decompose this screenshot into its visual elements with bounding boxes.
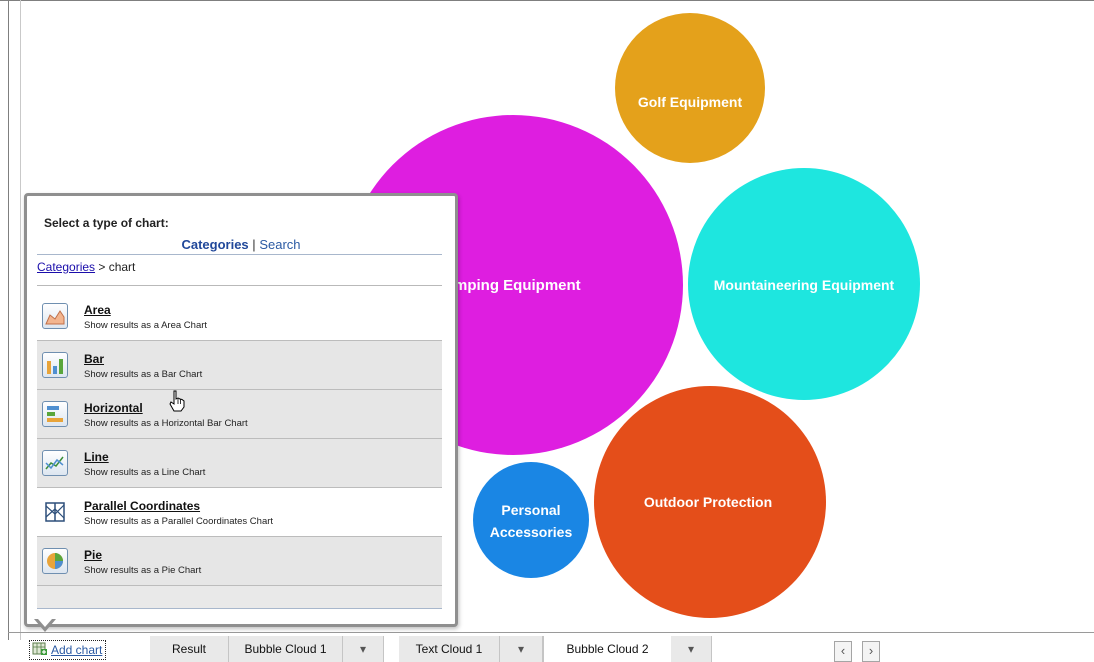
breadcrumb-categories-link[interactable]: Categories bbox=[37, 260, 95, 274]
nav-separator: | bbox=[252, 237, 256, 252]
add-chart-button[interactable]: Add chart bbox=[29, 640, 107, 660]
chart-type-name: Parallel Coordinates bbox=[84, 499, 201, 513]
bubble-label-camping: mping Equipment bbox=[454, 277, 581, 294]
popup-divider bbox=[37, 254, 442, 255]
pie-chart-icon bbox=[42, 548, 68, 574]
chart-type-desc: Show results as a Horizontal Bar Chart bbox=[84, 418, 248, 429]
bubble-label-outdoor: Outdoor Protection bbox=[644, 494, 772, 510]
bar-chart-icon bbox=[42, 352, 68, 378]
chart-type-desc: Show results as a Area Chart bbox=[84, 320, 208, 331]
chart-type-area[interactable]: Area Show results as a Area Chart bbox=[37, 292, 442, 341]
popup-pointer bbox=[34, 619, 56, 632]
tab-bubble-cloud-1-menu[interactable]: ▾ bbox=[343, 636, 384, 662]
chart-type-line[interactable]: Line Show results as a Line Chart bbox=[37, 439, 442, 488]
list-divider bbox=[37, 285, 442, 286]
chart-type-name: Line bbox=[84, 450, 109, 464]
chart-type-desc: Show results as a Pie Chart bbox=[84, 565, 202, 576]
chart-type-list: Area Show results as a Area Chart Bar Sh… bbox=[37, 292, 442, 608]
chart-type-bar[interactable]: Bar Show results as a Bar Chart bbox=[37, 341, 442, 390]
bubble-label-personal-1: Personal bbox=[501, 502, 560, 518]
nav-categories-link[interactable]: Categories bbox=[181, 237, 248, 252]
tab-text-cloud-1[interactable]: Text Cloud 1 bbox=[399, 636, 500, 662]
nav-search-link[interactable]: Search bbox=[259, 237, 300, 252]
breadcrumb: Categories > chart bbox=[37, 260, 135, 274]
tab-result[interactable]: Result bbox=[150, 636, 229, 662]
popup-bottom-divider bbox=[37, 608, 442, 609]
tab-bubble-cloud-1[interactable]: Bubble Cloud 1 bbox=[229, 636, 343, 662]
popup-nav: Categories | Search bbox=[27, 237, 455, 252]
chart-type-pie[interactable]: Pie Show results as a Pie Chart bbox=[37, 537, 442, 586]
chart-type-popup: Select a type of chart: Categories | Sea… bbox=[24, 193, 458, 627]
parallel-coordinates-icon bbox=[42, 499, 68, 525]
tab-text-cloud-1-menu[interactable]: ▾ bbox=[500, 636, 543, 662]
area-chart-icon bbox=[42, 303, 68, 329]
chart-type-desc: Show results as a Bar Chart bbox=[84, 369, 203, 380]
chart-type-parallel-coordinates[interactable]: Parallel Coordinates Show results as a P… bbox=[37, 488, 442, 537]
add-chart-icon bbox=[32, 642, 47, 655]
tabs-prev-button[interactable]: ‹ bbox=[834, 641, 852, 662]
bubble-golf-equipment[interactable] bbox=[615, 13, 765, 163]
bubble-label-personal-2: Accessories bbox=[490, 524, 573, 540]
tab-bubble-cloud-2[interactable]: Bubble Cloud 2 bbox=[543, 636, 672, 662]
chart-type-desc: Show results as a Parallel Coordinates C… bbox=[84, 516, 274, 527]
line-chart-icon bbox=[42, 450, 68, 476]
chart-type-name: Bar bbox=[84, 352, 105, 366]
chart-type-desc: Show results as a Line Chart bbox=[84, 467, 206, 478]
chart-type-name: Area bbox=[84, 303, 111, 317]
tab-bubble-cloud-2-menu[interactable]: ▾ bbox=[671, 636, 712, 662]
tabs-next-button[interactable]: › bbox=[862, 641, 880, 662]
chart-type-name: Pie bbox=[84, 548, 103, 562]
bubble-personal-accessories[interactable] bbox=[473, 462, 589, 578]
add-chart-label: Add chart bbox=[51, 643, 103, 657]
popup-title: Select a type of chart: bbox=[44, 216, 169, 230]
chart-type-name: Horizontal bbox=[84, 401, 143, 415]
bubble-label-mountaineering: Mountaineering Equipment bbox=[714, 277, 895, 293]
chart-type-horizontal-bar[interactable]: Horizontal Show results as a Horizontal … bbox=[37, 390, 442, 439]
bubble-label-golf: Golf Equipment bbox=[638, 94, 743, 110]
hand-cursor-icon bbox=[169, 390, 185, 412]
tab-bar: Result Bubble Cloud 1 ▾ Text Cloud 1 ▾ B… bbox=[21, 633, 1094, 662]
breadcrumb-current: > chart bbox=[95, 260, 136, 274]
horizontal-bar-chart-icon bbox=[42, 401, 68, 427]
